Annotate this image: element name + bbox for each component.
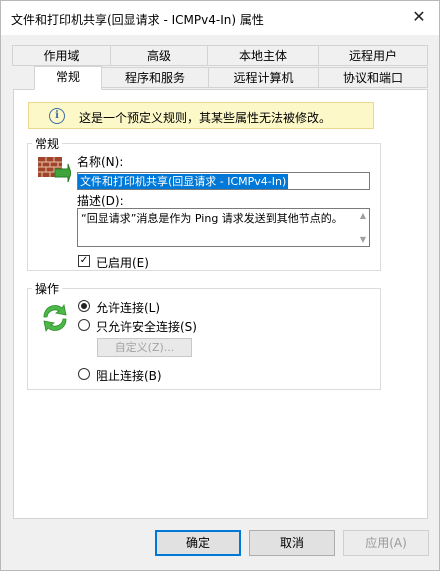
name-label: 名称(N): (77, 155, 124, 169)
title-bar: 文件和打印机共享(回显请求 - ICMPv4-In) 属性 ✕ (1, 1, 439, 35)
description-field[interactable]: “回显请求”消息是作为 Ping 请求发送到其他节点的。 ▲ ▼ (77, 208, 370, 247)
tab-programs-services[interactable]: 程序和服务 (101, 67, 209, 88)
info-banner: i 这是一个预定义规则，其某些属性无法被修改。 (28, 102, 374, 129)
allow-radio[interactable] (78, 300, 90, 312)
secure-only-radio[interactable] (78, 319, 90, 331)
customize-button[interactable]: 自定义(Z)... (97, 338, 192, 357)
allow-label: 允许连接(L) (96, 301, 161, 315)
tab-local-principals[interactable]: 本地主体 (207, 45, 319, 66)
tab-protocols-ports[interactable]: 协议和端口 (318, 67, 428, 88)
name-field[interactable]: 文件和打印机共享(回显请求 - ICMPv4-In) (77, 172, 370, 190)
firewall-icon (38, 157, 71, 183)
window-title: 文件和打印机共享(回显请求 - ICMPv4-In) 属性 (11, 13, 264, 27)
cancel-button[interactable]: 取消 (249, 530, 335, 556)
general-group-label: 常规 (35, 137, 60, 151)
name-value: 文件和打印机共享(回显请求 - ICMPv4-In) (78, 174, 289, 189)
action-group-label: 操作 (35, 282, 60, 296)
scroll-up-icon[interactable]: ▲ (360, 211, 366, 220)
properties-dialog: 文件和打印机共享(回显请求 - ICMPv4-In) 属性 ✕ 作用域 高级 本… (0, 0, 440, 571)
tab-general[interactable]: 常规 (34, 66, 102, 90)
block-radio[interactable] (78, 368, 90, 380)
tab-page-general: i 这是一个预定义规则，其某些属性无法被修改。 常规 操作 (13, 89, 428, 519)
description-label: 描述(D): (77, 194, 124, 208)
block-label: 阻止连接(B) (96, 369, 162, 383)
scroll-down-icon[interactable]: ▼ (360, 235, 366, 244)
close-icon[interactable]: ✕ (409, 7, 429, 27)
tab-scope[interactable]: 作用域 (12, 45, 111, 66)
enabled-checkbox[interactable]: ✓ (78, 255, 90, 267)
info-text: 这是一个预定义规则，其某些属性无法被修改。 (79, 111, 332, 125)
action-arrows-icon (43, 303, 67, 333)
apply-button[interactable]: 应用(A) (343, 530, 429, 556)
tab-advanced[interactable]: 高级 (110, 45, 208, 66)
tab-remote-users[interactable]: 远程用户 (318, 45, 428, 66)
tab-remote-computers[interactable]: 远程计算机 (208, 67, 319, 88)
ok-button[interactable]: 确定 (155, 530, 241, 556)
description-value: “回显请求”消息是作为 Ping 请求发送到其他节点的。 (81, 212, 343, 225)
enabled-label: 已启用(E) (96, 256, 149, 270)
info-icon: i (49, 108, 65, 124)
secure-only-label: 只允许安全连接(S) (96, 320, 197, 334)
